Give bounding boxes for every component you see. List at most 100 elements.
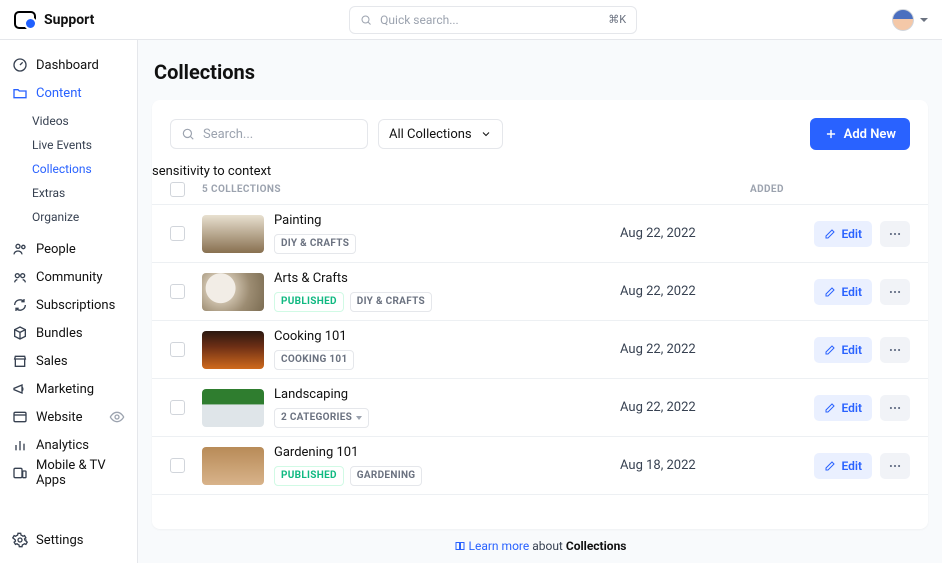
edit-button[interactable]: Edit [814, 453, 872, 479]
sidebar-item-label: Analytics [36, 438, 89, 453]
collection-thumbnail[interactable] [202, 331, 264, 369]
filter-select[interactable]: All Collections [378, 119, 503, 149]
sidebar-item-mobile-tv-apps[interactable]: Mobile & TV Apps [8, 460, 129, 486]
more-horizontal-icon [888, 343, 902, 357]
refresh-icon [12, 297, 28, 313]
added-date: Aug 22, 2022 [620, 226, 750, 241]
sidebar-item-subscriptions[interactable]: Subscriptions [8, 292, 129, 318]
main-content: Collections Search... All Collections Ad… [138, 40, 942, 563]
more-button[interactable] [880, 337, 910, 363]
added-date: Aug 22, 2022 [620, 400, 750, 415]
toolbar: Search... All Collections Add New [152, 118, 928, 164]
user-menu-caret-icon[interactable] [920, 18, 928, 22]
edit-button[interactable]: Edit [814, 395, 872, 421]
collection-title[interactable]: Gardening 101 [274, 445, 620, 460]
page-title: Collections [154, 60, 928, 84]
quick-search-placeholder: Quick search... [380, 13, 459, 27]
sidebar-sub-collections[interactable]: Collections [32, 158, 129, 180]
sidebar-item-community[interactable]: Community [8, 264, 129, 290]
sidebar-item-people[interactable]: People [8, 236, 129, 262]
category-tag[interactable]: DIY & CRAFTS [350, 292, 432, 312]
book-icon [454, 540, 466, 552]
sidebar: Dashboard Content Videos Live Events Col… [0, 40, 138, 563]
category-tag[interactable]: DIY & CRAFTS [274, 234, 356, 254]
search-icon [181, 127, 195, 141]
more-horizontal-icon [888, 227, 902, 241]
collection-thumbnail[interactable] [202, 273, 264, 311]
gear-icon [12, 532, 28, 548]
category-tag[interactable]: COOKING 101 [274, 350, 354, 370]
sidebar-sub-videos[interactable]: Videos [32, 110, 129, 132]
collections-card: Search... All Collections Add New sensit… [152, 100, 928, 529]
row-checkbox[interactable] [170, 400, 185, 415]
edit-button[interactable]: Edit [814, 337, 872, 363]
table-row: Arts & Crafts PUBLISHED DIY & CRAFTS Aug… [152, 263, 928, 321]
more-button[interactable] [880, 221, 910, 247]
search-placeholder: Search... [203, 127, 253, 142]
sidebar-sub-live-events[interactable]: Live Events [32, 134, 129, 156]
edit-icon [824, 228, 836, 240]
category-tag[interactable]: GARDENING [350, 466, 423, 486]
more-button[interactable] [880, 395, 910, 421]
sidebar-item-label: Content [36, 86, 82, 101]
learn-more-subject: Collections [566, 539, 627, 553]
collection-title[interactable]: Landscaping [274, 387, 620, 402]
sidebar-sub-organize[interactable]: Organize [32, 206, 129, 228]
avatar[interactable] [892, 9, 914, 31]
more-horizontal-icon [888, 459, 902, 473]
edit-button[interactable]: Edit [814, 221, 872, 247]
table-row: Gardening 101 PUBLISHED GARDENING Aug 18… [152, 437, 928, 495]
count-label: 5 COLLECTIONS [202, 184, 620, 195]
brand-logo-icon [14, 11, 36, 29]
sidebar-item-settings[interactable]: Settings [8, 527, 129, 553]
add-new-button[interactable]: Add New [810, 118, 910, 150]
search-input[interactable]: Search... [170, 119, 368, 149]
sidebar-item-label: Marketing [36, 382, 94, 397]
footer-learn-more: Learn more about Collections [152, 529, 928, 553]
quick-search-shortcut: ⌘K [608, 13, 626, 26]
sidebar-item-label: Subscriptions [36, 298, 115, 313]
sidebar-item-label: Mobile & TV Apps [36, 458, 125, 488]
more-horizontal-icon [888, 285, 902, 299]
sidebar-item-dashboard[interactable]: Dashboard [8, 52, 129, 78]
more-button[interactable] [880, 453, 910, 479]
sidebar-sub-extras[interactable]: Extras [32, 182, 129, 204]
categories-dropdown-tag[interactable]: 2 CATEGORIES [274, 408, 369, 428]
collection-title[interactable]: Painting [274, 213, 620, 228]
select-all-checkbox[interactable] [170, 182, 185, 197]
top-bar: Support Quick search... ⌘K [0, 0, 942, 40]
quick-search-input[interactable]: Quick search... ⌘K [349, 6, 637, 34]
megaphone-icon [12, 381, 28, 397]
row-checkbox[interactable] [170, 226, 185, 241]
sidebar-item-content[interactable]: Content [8, 80, 129, 106]
sidebar-item-bundles[interactable]: Bundles [8, 320, 129, 346]
add-new-label: Add New [844, 127, 896, 142]
collection-title[interactable]: Arts & Crafts [274, 271, 620, 286]
edit-icon [824, 402, 836, 414]
row-checkbox[interactable] [170, 342, 185, 357]
collection-title[interactable]: Cooking 101 [274, 329, 620, 344]
more-button[interactable] [880, 279, 910, 305]
sidebar-item-label: Settings [36, 533, 83, 548]
row-checkbox[interactable] [170, 458, 185, 473]
sidebar-item-marketing[interactable]: Marketing [8, 376, 129, 402]
published-tag: PUBLISHED [274, 292, 344, 312]
edit-button[interactable]: Edit [814, 279, 872, 305]
table-header: 5 COLLECTIONS ADDED [152, 179, 928, 205]
row-checkbox[interactable] [170, 284, 185, 299]
collection-thumbnail[interactable] [202, 389, 264, 427]
sidebar-item-label: Community [36, 270, 103, 285]
brand: Support [14, 11, 94, 29]
sidebar-item-analytics[interactable]: Analytics [8, 432, 129, 458]
users-icon [12, 241, 28, 257]
sidebar-item-label: Sales [36, 354, 68, 369]
collection-thumbnail[interactable] [202, 447, 264, 485]
sidebar-item-website[interactable]: Website [8, 404, 129, 430]
table-row: Cooking 101 COOKING 101 Aug 22, 2022 Edi… [152, 321, 928, 379]
table-row: Painting DIY & CRAFTS Aug 22, 2022 Edit [152, 205, 928, 263]
learn-more-link[interactable]: Learn more [469, 539, 530, 553]
collection-thumbnail[interactable] [202, 215, 264, 253]
sidebar-item-sales[interactable]: Sales [8, 348, 129, 374]
eye-icon[interactable] [109, 409, 125, 425]
sidebar-item-label: Website [36, 410, 83, 425]
